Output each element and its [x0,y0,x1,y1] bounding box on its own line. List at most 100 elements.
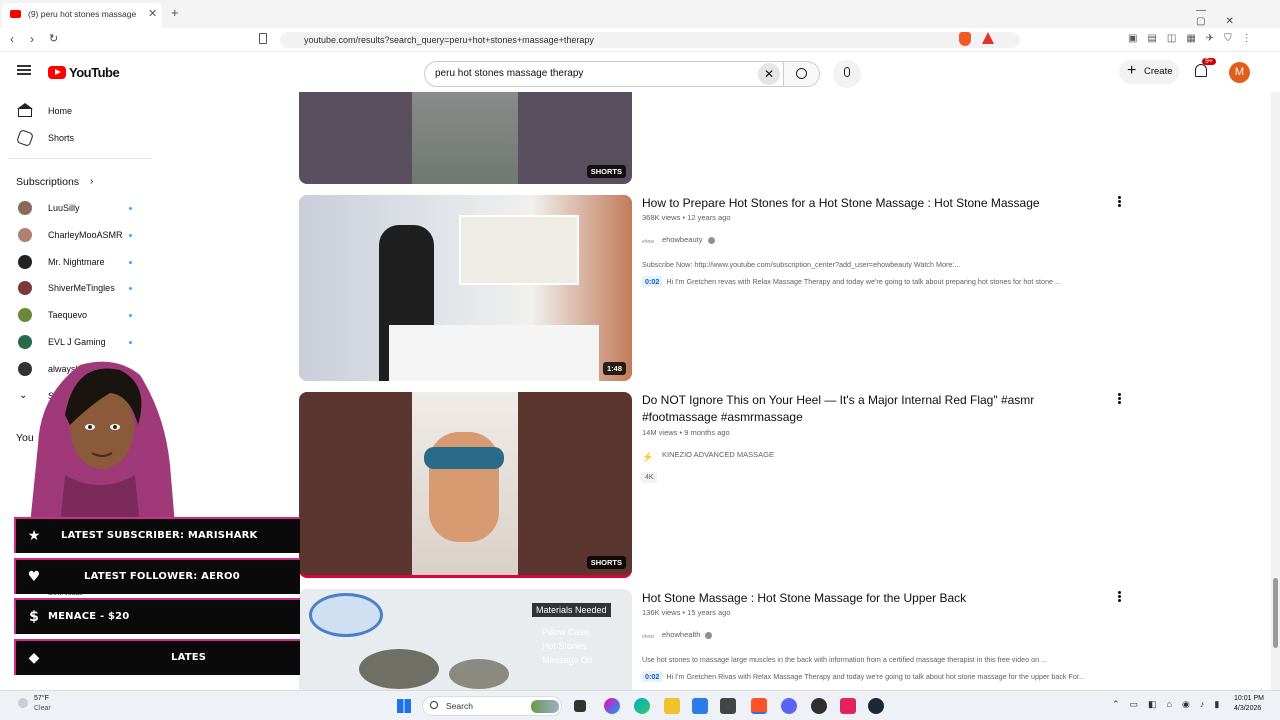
channel-row[interactable]: ⚡ KINEZIO ADVANCED MASSAGE [642,448,774,462]
close-tab-icon[interactable]: ✕ [148,7,157,20]
channel-row[interactable]: ehow ehowbeauty [642,233,715,247]
brave-shield-icon[interactable] [959,32,971,46]
channel-avatar: ehow [642,634,654,641]
edge-icon[interactable] [634,698,650,714]
new-content-dot [129,207,132,210]
sidebar-item-home[interactable]: Home [0,101,160,121]
account-avatar[interactable]: M [1229,62,1250,83]
video-description: Use hot stones to massage large muscles … [642,655,1048,664]
discord-icon[interactable] [781,698,797,714]
video-title[interactable]: How to Prepare Hot Stones for a Hot Ston… [642,195,1062,212]
avatar [18,201,32,215]
new-content-dot [129,341,132,344]
subscription-item[interactable]: LuuSilly [0,198,160,218]
notifications-bell-icon[interactable] [1195,64,1207,77]
search-input-value: peru hot stones massage therapy [435,68,584,79]
back-icon[interactable]: ‹ [10,32,14,46]
page-scrollbar[interactable] [1271,92,1280,690]
search-button[interactable] [784,61,820,87]
url-field[interactable]: youtube.com/results?search_query=peru+ho… [280,32,1020,48]
task-view-icon[interactable] [574,700,586,712]
clear-search-button[interactable]: ✕ [758,63,780,85]
avatar [18,308,32,322]
new-tab-icon[interactable]: + [171,5,179,20]
browser-tab[interactable]: (9) peru hot stones massage the ✕ [2,3,162,28]
obs-icon[interactable] [811,698,827,714]
timestamp-chip[interactable]: 0:02 [642,671,663,682]
new-content-dot [129,261,132,264]
transcript-snippet[interactable]: 0:02 Hi I'm Gretchen Rivas with Relax Mas… [642,671,1122,682]
video-title[interactable]: Do NOT Ignore This on Your Heel — It's a… [642,392,1062,426]
search-icon [430,701,438,709]
home-icon [18,108,32,117]
copilot-icon[interactable] [604,698,620,714]
brave-icon[interactable] [751,698,767,714]
more-actions-icon[interactable] [1115,195,1123,209]
file-explorer-icon[interactable] [664,698,680,714]
forward-icon[interactable]: › [30,32,34,46]
thumbnail-stone [449,659,509,689]
video-title[interactable]: Hot Stone Massage : Hot Stone Massage fo… [642,590,1062,607]
create-button[interactable]: + Create [1119,60,1179,84]
verified-icon [705,631,713,639]
voice-search-button[interactable] [833,60,861,88]
sidebar-divider [8,158,152,159]
video-thumbnail[interactable]: SHORTS [299,392,632,578]
sidebar-item-shorts[interactable]: Shorts [0,128,160,148]
subscription-name: Taequevo [48,310,88,320]
thumbnail-item: Pillow Case [542,627,590,637]
weather-icon [18,698,28,708]
channel-row[interactable]: ehow ehowhealth [642,628,713,642]
donation-bar: $ MENACE - $20 [14,598,300,634]
subscription-item[interactable]: CharleyMooASMR [0,225,160,245]
video-thumbnail[interactable]: SHORTS [299,92,632,184]
youtube-header: YouTube peru hot stones massage therapy … [0,52,1280,92]
app-red-icon[interactable] [840,698,856,714]
timestamp-chip[interactable]: 0:02 [642,276,663,287]
transcript-snippet[interactable]: 0:02 Hi I'm Gretchen revas with Relax Mas… [642,276,1122,287]
subscription-item[interactable]: Taequevo [0,305,160,325]
channel-name: KINEZIO ADVANCED MASSAGE [662,450,774,459]
overlay-text: LATEST SUBSCRIBER: MARISHARK [61,530,258,541]
verified-icon [707,236,715,244]
video-thumbnail[interactable]: Materials Needed Pillow Case Hot Stones … [299,589,632,690]
system-tray-icons: ⌃▭◧⌂◉♪▮ [1112,699,1230,709]
clock-date: 4/3/2026 [1234,705,1262,712]
subscription-item[interactable]: EVL J Gaming [0,332,160,352]
sidebar-item-label: Shorts [48,133,75,143]
scrollbar-thumb[interactable] [1273,578,1278,648]
more-actions-icon[interactable] [1115,590,1123,604]
taskbar-search-label: Search [446,701,473,711]
app-icon[interactable] [692,698,708,714]
reload-icon[interactable]: ↻ [49,32,58,45]
new-content-dot [129,287,132,290]
more-actions-icon[interactable] [1115,392,1123,406]
taskbar-search[interactable]: Search [422,696,562,716]
start-icon[interactable] [397,699,411,713]
weather-temp[interactable]: 57°F [34,695,49,702]
dollar-icon: $ [29,609,39,625]
thumbnail-stone [359,649,439,689]
url-text: youtube.com/results?search_query=peru+ho… [304,35,594,45]
browser-tab-bar: (9) peru hot stones massage the ✕ + —▢✕ [0,0,1280,28]
snippet-text: Hi I'm Gretchen Rivas with Relax Massage… [666,672,1085,681]
video-thumbnail[interactable]: 1:48 [299,195,632,381]
weather-condition: Clear [34,705,51,712]
subscription-item[interactable]: Mr. Nightmare [0,252,160,272]
tab-title: (9) peru hot stones massage the [28,9,138,19]
snippet-text: Hi I'm Gretchen revas with Relax Massage… [666,277,1061,286]
shorts-icon [16,129,34,147]
store-icon[interactable] [720,698,736,714]
chevron-right-icon: › [90,176,94,187]
subscriptions-header[interactable]: Subscriptions › [0,172,160,192]
search-input[interactable]: peru hot stones massage therapy [424,61,784,87]
subscription-item[interactable]: ShiverMeTingles [0,278,160,298]
mic-icon [844,67,850,77]
clock-time[interactable]: 10:01 PM [1234,695,1264,702]
bookmark-icon[interactable] [259,33,267,44]
heart-icon: ♥ [27,569,41,585]
steam-icon[interactable] [868,698,884,714]
sidebar-item-label: Home [48,106,73,116]
windows-taskbar: 57°F Clear Search ⌃▭◧⌂◉♪▮ 10:01 PM 4/3/2… [0,690,1280,720]
thumbnail-counter [389,325,599,381]
